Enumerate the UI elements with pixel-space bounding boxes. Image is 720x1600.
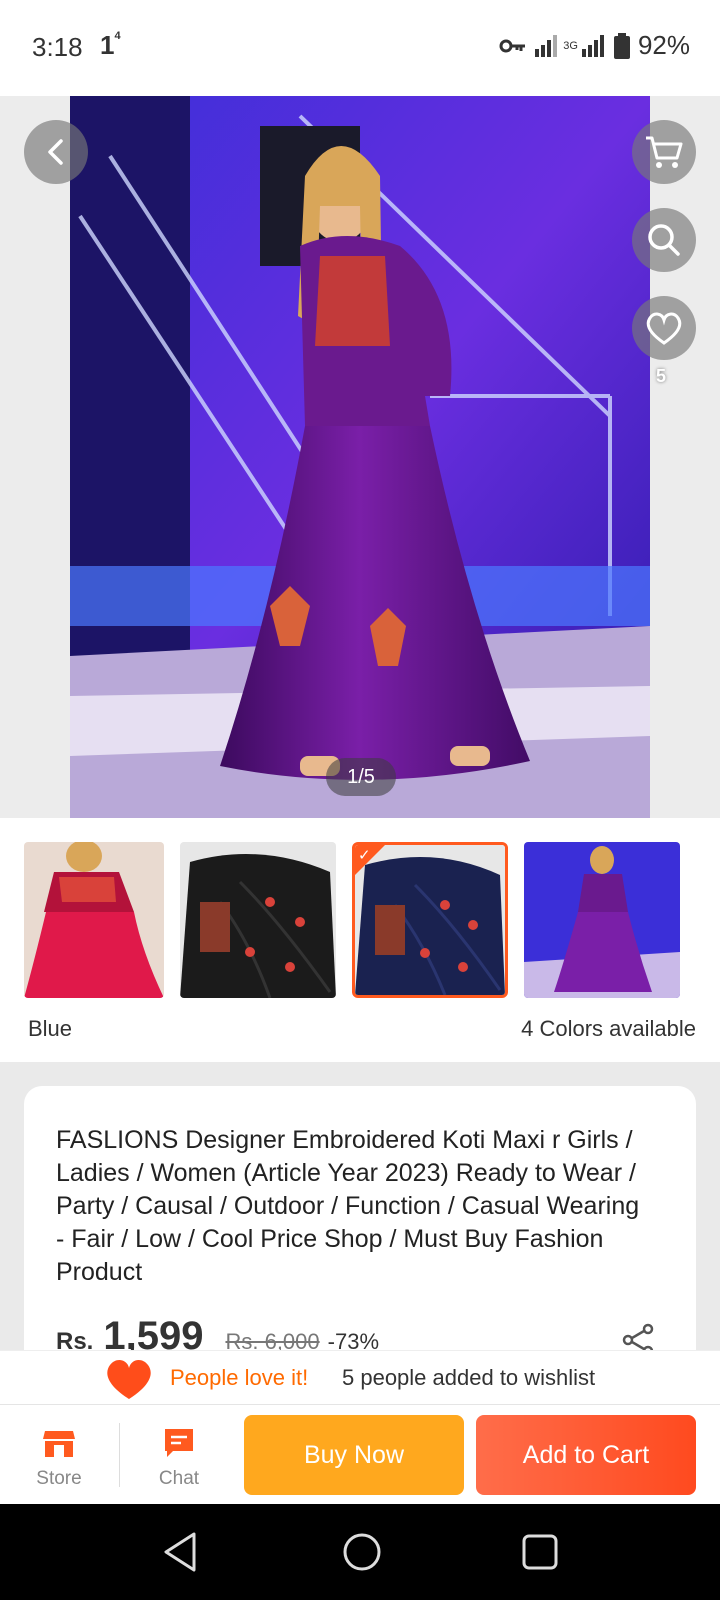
product-image-gallery[interactable]: 5 1/5 [0, 96, 720, 818]
cart-icon [646, 136, 683, 168]
product-title: FASLIONS Designer Embroidered Koti Maxi … [56, 1126, 640, 1286]
store-button[interactable]: Store [24, 1427, 94, 1490]
system-navigation-bar [0, 1504, 720, 1600]
back-icon [48, 139, 63, 165]
status-bar: 3:18 14 3G 92% [0, 0, 720, 96]
status-indicator: 14 [100, 30, 121, 60]
battery-level: 92% [637, 30, 690, 60]
wishlist-banner: People love it! 5 people added to wishli… [0, 1350, 720, 1404]
heart-filled-icon [107, 1359, 151, 1399]
check-icon: ✓ [358, 847, 371, 864]
nav-home-icon[interactable] [340, 1530, 384, 1574]
search-button[interactable] [632, 208, 696, 272]
network-label: 3G [563, 39, 578, 52]
wishlist-added-label: 5 people added to wishlist [342, 1365, 596, 1390]
product-info-card: FASLIONS Designer Embroidered Koti Maxi … [24, 1086, 696, 1386]
product-photo[interactable] [70, 96, 650, 818]
variant-thumb-blue-selected[interactable]: ✓ [352, 842, 508, 998]
back-button[interactable] [24, 120, 88, 184]
store-icon [43, 1431, 75, 1457]
nav-divider [119, 1423, 120, 1487]
heart-icon [646, 312, 682, 345]
nav-back-icon[interactable] [160, 1530, 200, 1574]
selected-color-label: Blue [28, 1016, 73, 1041]
colors-available-link[interactable]: 4 Colors available [521, 1016, 696, 1042]
people-love-it-label: People love it! [170, 1365, 309, 1390]
search-icon [648, 224, 680, 256]
image-page-indicator: 1/5 [326, 758, 396, 796]
variant-thumb-black[interactable] [180, 842, 336, 998]
status-icons: 3G 92% [499, 30, 690, 61]
key-icon [499, 39, 526, 52]
status-time: 3:18 [32, 32, 83, 62]
store-label: Store [36, 1468, 82, 1489]
color-variants: ✓ Blue 4 Colors available [0, 818, 720, 1062]
battery-icon [613, 32, 630, 59]
chat-label: Chat [158, 1468, 200, 1489]
nav-recents-icon[interactable] [520, 1530, 560, 1574]
chat-icon [165, 1429, 193, 1457]
add-to-cart-button[interactable]: Add to Cart [476, 1415, 696, 1495]
cart-button[interactable] [632, 120, 696, 184]
signal-icon [535, 34, 558, 57]
buy-now-button[interactable]: Buy Now [244, 1415, 464, 1495]
wishlist-button[interactable] [632, 296, 696, 360]
signal-icon-2 [581, 34, 604, 57]
bottom-action-bar: Store Chat Buy Now Add to Cart [0, 1404, 720, 1504]
variant-thumb-purple[interactable] [524, 842, 680, 998]
wishlist-count: 5 [656, 366, 667, 386]
chat-button[interactable]: Chat [144, 1427, 214, 1490]
variant-thumb-red[interactable] [24, 842, 164, 998]
